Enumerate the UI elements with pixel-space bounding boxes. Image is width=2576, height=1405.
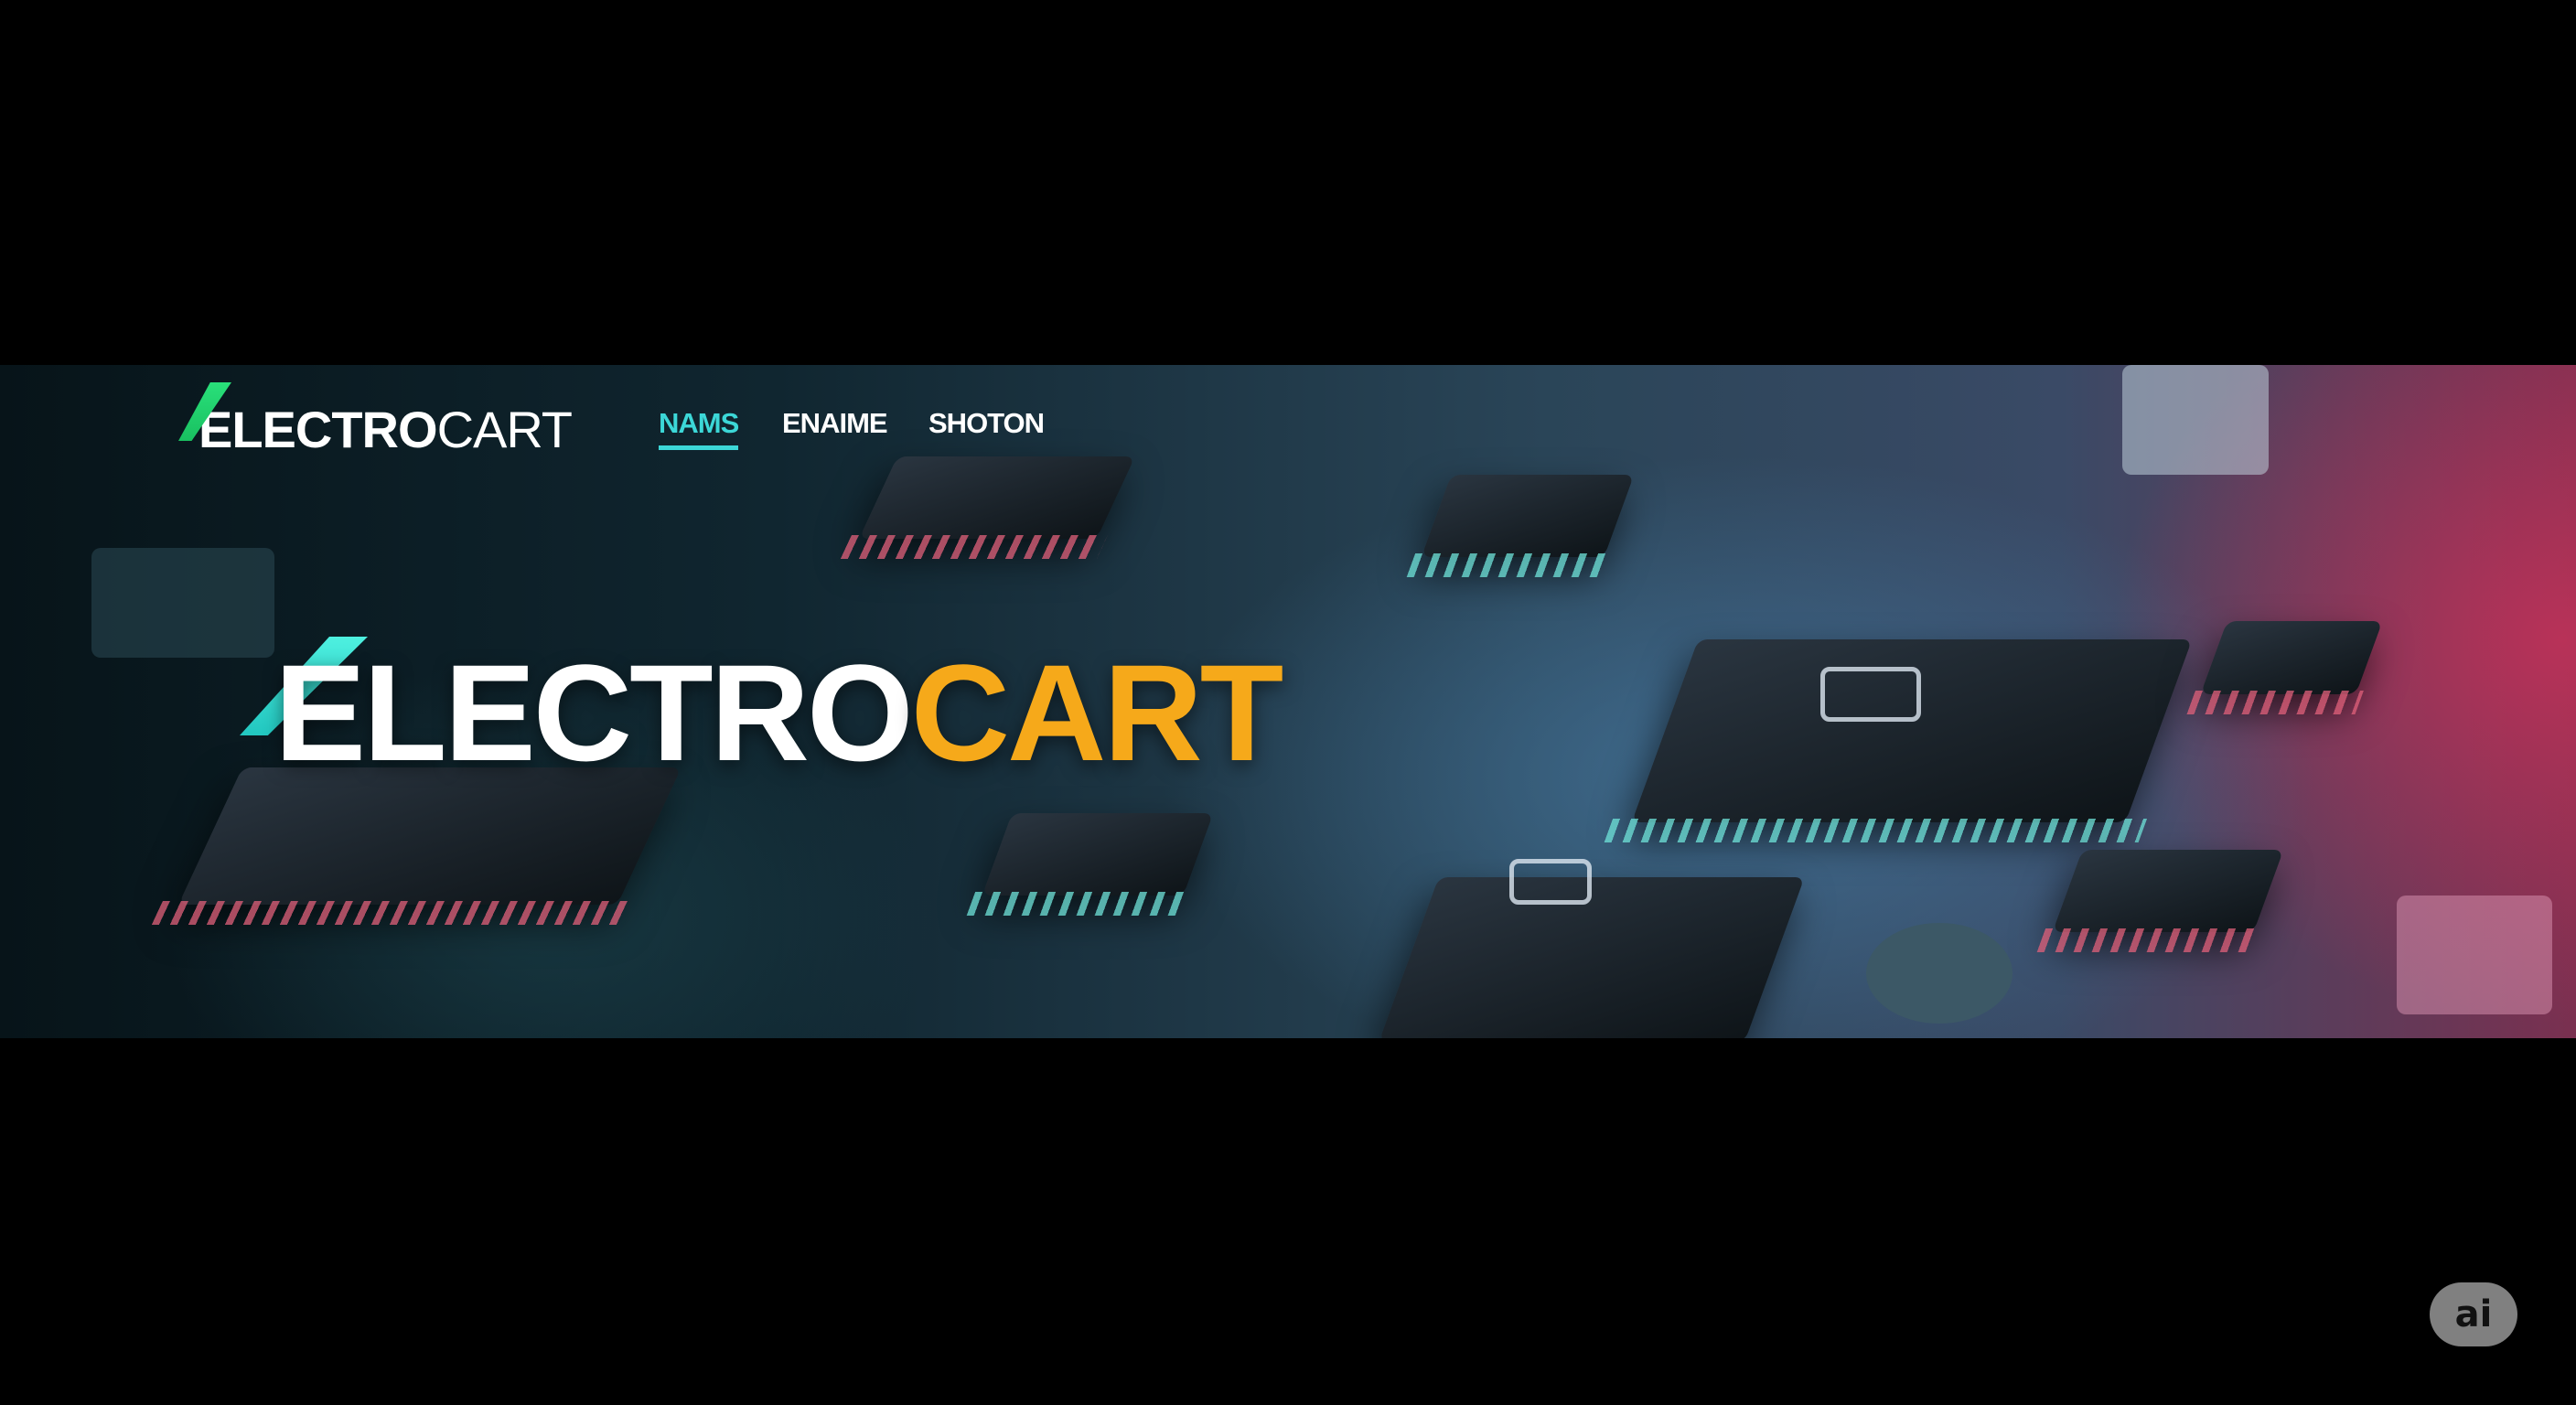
logo-text-bold: ELECTRO	[199, 401, 438, 458]
site-logo[interactable]: ELECTROCART	[178, 382, 573, 458]
hero-title: ELECTROCART	[274, 644, 1283, 781]
nav-item-shoton[interactable]: SHOTON	[928, 407, 1045, 440]
hero-banner: ELECTROCART NAMS ENAIME SHOTON ELECTROCA…	[0, 365, 2576, 1038]
hero-title-main: ELECTRO	[274, 636, 914, 789]
logo-text-light: CART	[436, 401, 573, 458]
nav-item-nams[interactable]: NAMS	[659, 407, 739, 450]
ai-badge[interactable]: ai	[2430, 1282, 2517, 1346]
hero-title-accent: CART	[910, 636, 1284, 789]
nav-item-enaime[interactable]: ENAIME	[782, 407, 888, 440]
